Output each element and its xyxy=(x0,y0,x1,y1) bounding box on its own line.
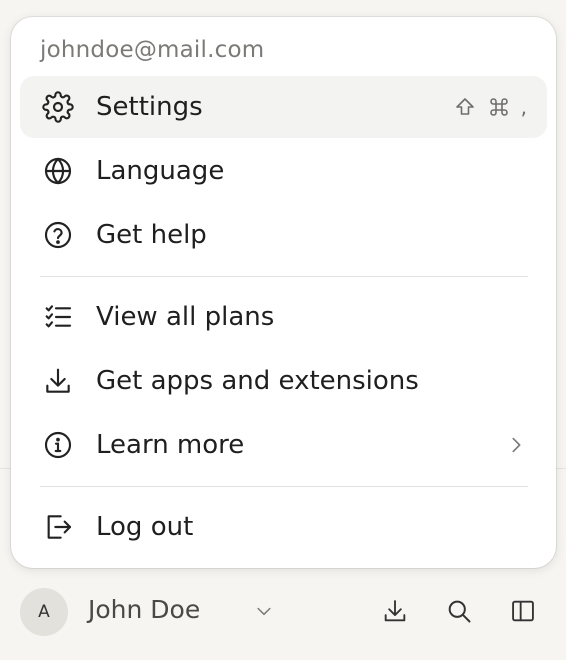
info-icon xyxy=(42,429,74,461)
globe-icon xyxy=(42,155,74,187)
search-icon xyxy=(448,600,471,623)
menu-item-label: Get apps and extensions xyxy=(96,366,419,396)
bottom-toolbar: A John Doe xyxy=(0,578,566,648)
help-circle-icon xyxy=(42,219,74,251)
sidebar-toggle-button[interactable] xyxy=(508,596,538,626)
keyboard-shortcut: , xyxy=(453,95,527,119)
gear-icon xyxy=(42,91,74,123)
menu-item-label: Log out xyxy=(96,512,194,542)
checklist-icon xyxy=(42,301,74,333)
menu-divider xyxy=(40,486,528,487)
command-key-icon xyxy=(489,98,508,116)
menu-item-get-apps[interactable]: Get apps and extensions xyxy=(20,350,547,412)
search-button[interactable] xyxy=(444,596,474,626)
menu-item-label: Language xyxy=(96,156,225,186)
download-icon xyxy=(384,600,406,622)
menu-divider xyxy=(40,276,528,277)
account-menu: johndoe@mail.com Settings , Language Get… xyxy=(11,17,556,568)
menu-item-label: Settings xyxy=(96,92,203,122)
menu-item-label: Get help xyxy=(96,220,207,250)
chevron-down-icon[interactable] xyxy=(254,601,274,621)
user-name[interactable]: John Doe xyxy=(88,595,200,624)
account-email: johndoe@mail.com xyxy=(40,37,265,63)
chevron-right-icon xyxy=(512,437,521,453)
menu-item-log-out[interactable]: Log out xyxy=(20,496,547,558)
menu-item-get-help[interactable]: Get help xyxy=(20,204,547,266)
menu-item-language[interactable]: Language xyxy=(20,140,547,202)
avatar[interactable]: A xyxy=(20,588,68,636)
download-icon xyxy=(42,365,74,397)
shift-key-icon xyxy=(455,98,474,115)
menu-item-label: View all plans xyxy=(96,302,275,332)
sidebar-toggle-icon xyxy=(512,600,534,622)
shortcut-key: , xyxy=(520,95,527,119)
menu-item-learn-more[interactable]: Learn more xyxy=(20,414,547,476)
menu-item-label: Learn more xyxy=(96,430,245,460)
download-button[interactable] xyxy=(380,596,410,626)
menu-item-view-all-plans[interactable]: View all plans xyxy=(20,286,547,348)
menu-item-settings[interactable]: Settings , xyxy=(20,76,547,138)
logout-icon xyxy=(42,511,74,543)
